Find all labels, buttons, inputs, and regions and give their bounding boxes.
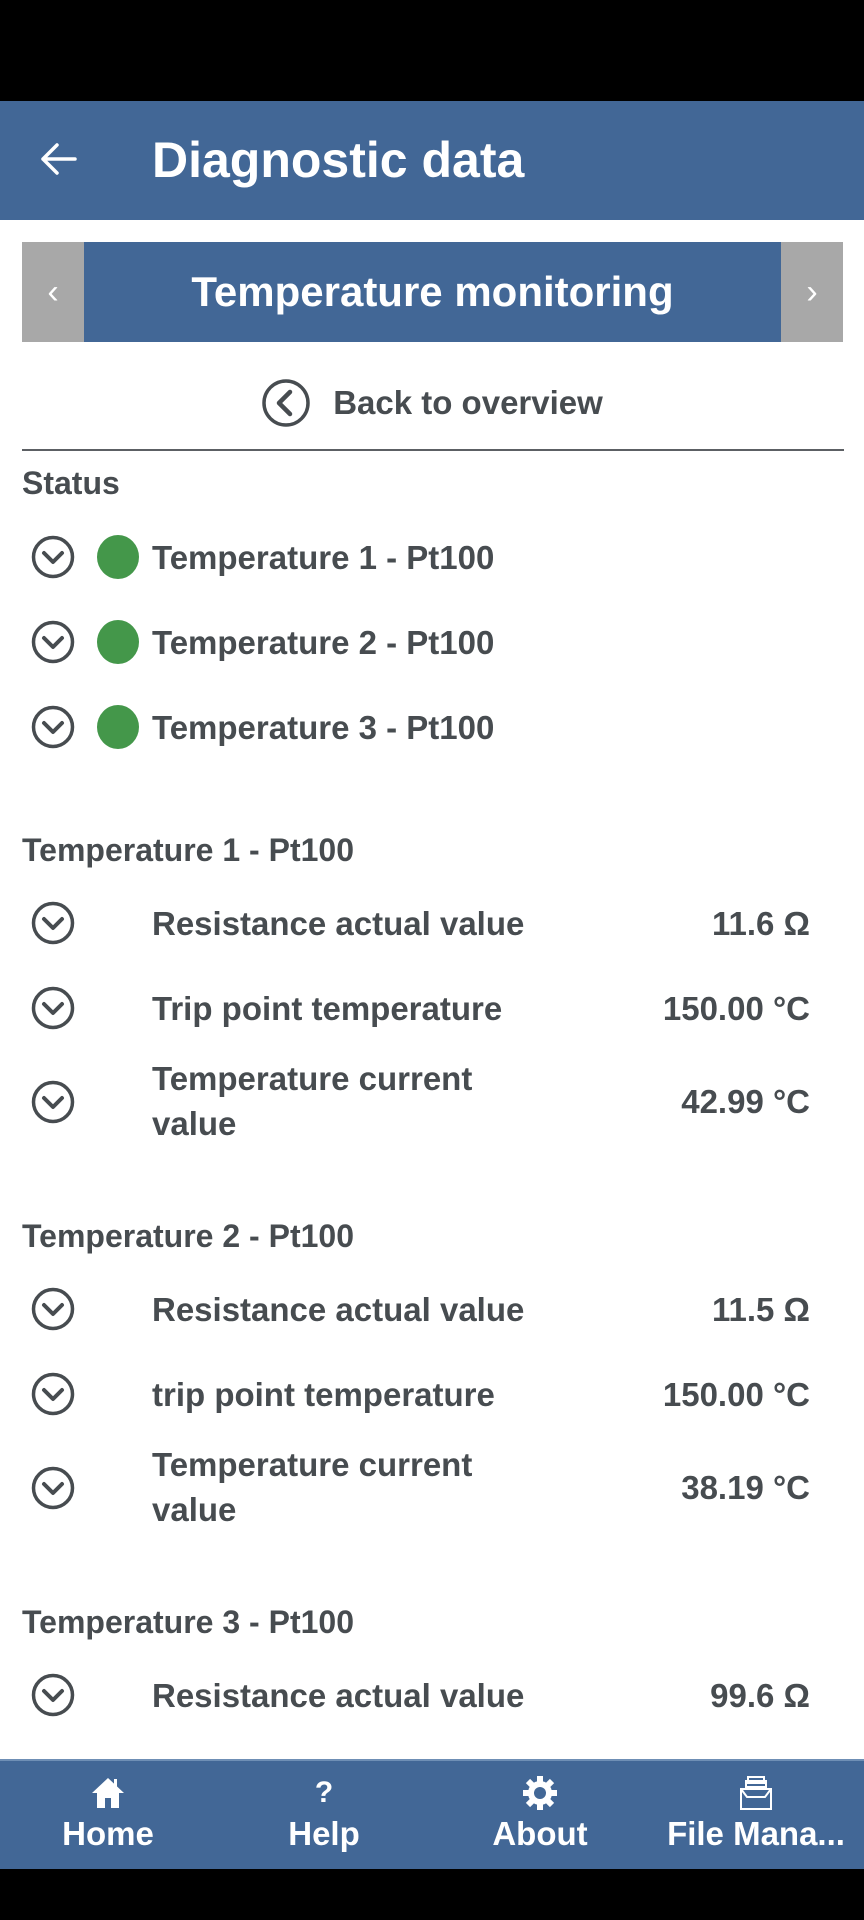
- back-button[interactable]: [36, 129, 80, 189]
- status-item-label: Temperature 3 - Pt100: [152, 709, 495, 746]
- row-value: 38.19 °C: [681, 1469, 810, 1506]
- chevron-down-circle-icon[interactable]: [31, 535, 75, 579]
- section-title: Temperature 2 - Pt100: [22, 1218, 354, 1254]
- row-value: 150.00 °C: [662, 990, 810, 1027]
- app-bar: Diagnostic data: [0, 101, 864, 220]
- status-item-label: Temperature 1 - Pt100: [152, 539, 495, 576]
- status-indicator-ok: [97, 535, 139, 579]
- chevron-down-circle-icon[interactable]: [31, 1466, 75, 1510]
- nav-home[interactable]: Home: [0, 1761, 216, 1869]
- status-indicator-ok: [97, 705, 139, 749]
- row-label: Resistance actual value: [152, 1677, 525, 1714]
- divider: [22, 449, 844, 451]
- chevron-down-circle-icon[interactable]: [31, 986, 75, 1030]
- arrow-left-icon: [41, 143, 77, 175]
- nav-about-label: About: [492, 1815, 588, 1852]
- section-pager: ‹ Temperature monitoring ›: [22, 242, 843, 342]
- gear-icon: [523, 1776, 557, 1810]
- row-label-line-2: value: [152, 1105, 237, 1142]
- row-label-line-1: Temperature current: [152, 1060, 473, 1097]
- status-section-title: Status: [22, 465, 120, 501]
- chevron-down-circle-icon[interactable]: [31, 1080, 75, 1124]
- row-value: 150.00 °C: [662, 1376, 810, 1413]
- nav-file-manager[interactable]: File Mana...: [648, 1761, 864, 1869]
- chevron-down-circle-icon[interactable]: [31, 620, 75, 664]
- row-value: 11.5 Ω: [711, 1291, 810, 1328]
- screen: Diagnostic data ‹ Temperature monitoring…: [0, 101, 864, 1869]
- row-label: Trip point temperature: [152, 990, 503, 1027]
- nav-about[interactable]: About: [432, 1761, 648, 1869]
- nav-help[interactable]: ? Help: [216, 1761, 432, 1869]
- help-icon: ?: [314, 1776, 334, 1809]
- nav-home-label: Home: [62, 1815, 154, 1852]
- chevron-down-circle-icon[interactable]: [31, 1372, 75, 1416]
- chevron-left-circle-icon: [262, 379, 310, 427]
- section-title: Temperature 1 - Pt100: [22, 832, 354, 868]
- chevron-down-circle-icon[interactable]: [31, 901, 75, 945]
- next-section-button[interactable]: ›: [781, 242, 843, 342]
- home-icon: [92, 1778, 124, 1808]
- section-title: Temperature 3 - Pt100: [22, 1604, 354, 1640]
- row-value: 99.6 Ω: [710, 1677, 810, 1714]
- pager-title: Temperature monitoring: [84, 242, 781, 342]
- row-label-line-2: value: [152, 1491, 237, 1528]
- status-indicator-ok: [97, 620, 139, 664]
- page-title: Diagnostic data: [152, 132, 525, 188]
- status-item-label: Temperature 2 - Pt100: [152, 624, 495, 661]
- file-tray-icon: [740, 1776, 772, 1810]
- row-label-line-1: Temperature current: [152, 1446, 473, 1483]
- row-value: 11.6 Ω: [711, 905, 810, 942]
- nav-file-manager-label: File Mana...: [667, 1815, 845, 1852]
- nav-help-label: Help: [288, 1815, 360, 1852]
- back-to-overview-label: Back to overview: [333, 384, 603, 421]
- bottom-navigation: Home ? Help About File Mana...: [0, 1759, 864, 1869]
- row-label: trip point temperature: [152, 1376, 495, 1413]
- back-to-overview-link[interactable]: Back to overview: [0, 375, 864, 431]
- chevron-down-circle-icon[interactable]: [31, 1673, 75, 1717]
- chevron-down-circle-icon[interactable]: [31, 1287, 75, 1331]
- chevron-down-circle-icon[interactable]: [31, 705, 75, 749]
- row-label: Resistance actual value: [152, 1291, 525, 1328]
- row-value: 42.99 °C: [681, 1083, 810, 1120]
- previous-section-button[interactable]: ‹: [22, 242, 84, 342]
- row-label: Resistance actual value: [152, 905, 525, 942]
